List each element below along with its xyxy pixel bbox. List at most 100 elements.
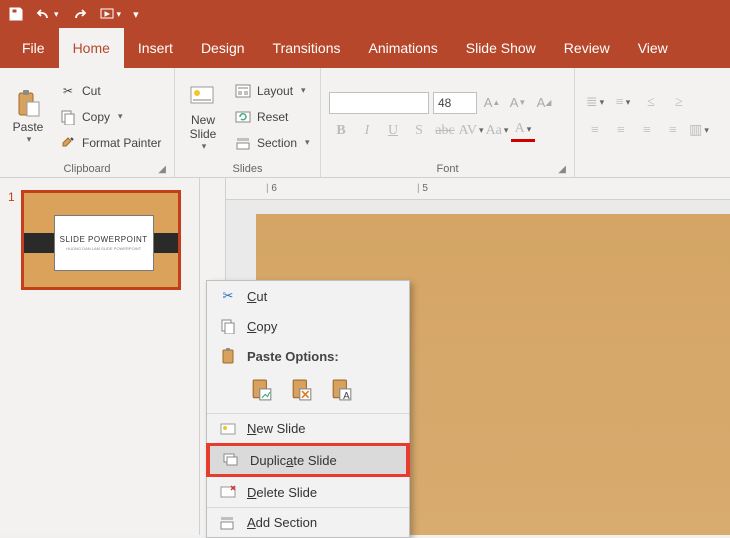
scissors-icon: ✂ <box>60 83 76 99</box>
slide-number: 1 <box>8 190 15 204</box>
group-font: A▲ A▼ A◢ B I U S abc AV▾ Aa▾ A▾ Font ◢ <box>321 68 575 177</box>
horizontal-ruler: 6 5 <box>226 178 730 200</box>
context-cut[interactable]: ✂ Cut <box>207 281 409 311</box>
paste-use-destination-theme[interactable] <box>247 375 277 405</box>
numbering-button[interactable]: ≡▾ <box>611 92 635 114</box>
paste-button[interactable]: Paste ▾ <box>8 72 48 161</box>
font-group-label: Font ◢ <box>329 161 566 175</box>
slide-title-text: SLIDE POWERPOINT <box>60 235 148 244</box>
group-clipboard: Paste ▾ ✂ Cut Copy ▾ <box>0 68 175 177</box>
font-name-combobox[interactable] <box>329 92 429 114</box>
tab-file[interactable]: File <box>8 28 59 68</box>
ribbon-tabs: File Home Insert Design Transitions Anim… <box>0 28 730 68</box>
section-icon <box>235 135 251 151</box>
layout-icon <box>235 83 251 99</box>
copy-button[interactable]: Copy ▾ <box>56 106 165 128</box>
italic-button[interactable]: I <box>355 120 379 142</box>
clipboard-icon <box>219 347 237 365</box>
start-from-beginning-icon[interactable]: ▾ <box>99 6 122 22</box>
increase-indent-button[interactable]: ≥ <box>667 92 691 114</box>
cut-label: Cut <box>82 84 101 98</box>
tab-insert[interactable]: Insert <box>124 28 187 68</box>
reset-label: Reset <box>257 110 288 124</box>
decrease-font-size-button[interactable]: A▼ <box>507 92 529 114</box>
new-slide-icon <box>219 420 237 438</box>
reset-button[interactable]: Reset <box>231 106 314 128</box>
delete-slide-icon <box>219 483 237 501</box>
strikethrough-button[interactable]: abc <box>433 120 457 142</box>
svg-text:A: A <box>343 391 350 401</box>
align-right-button[interactable]: ≡ <box>635 120 659 142</box>
new-slide-icon <box>187 81 219 113</box>
bullets-button[interactable]: ≣▾ <box>583 92 607 114</box>
change-case-button[interactable]: Aa▾ <box>485 120 509 142</box>
undo-icon[interactable]: ▾ <box>36 6 59 22</box>
clipboard-launcher-icon[interactable]: ◢ <box>158 164 166 175</box>
add-section-icon <box>219 514 237 532</box>
group-paragraph: ≣▾ ≡▾ ≤ ≥ ≡ ≡ ≡ ≡ ▥▾ <box>575 68 730 177</box>
context-duplicate-slide[interactable]: Duplicate Slide <box>206 443 410 477</box>
bold-button[interactable]: B <box>329 120 353 142</box>
clear-formatting-button[interactable]: A◢ <box>533 92 555 114</box>
shadow-button[interactable]: S <box>407 120 431 142</box>
context-delete-slide[interactable]: Delete Slide <box>207 477 409 507</box>
underline-button[interactable]: U <box>381 120 405 142</box>
paste-picture[interactable]: A <box>327 375 357 405</box>
font-size-combobox[interactable] <box>433 92 477 114</box>
quick-access-toolbar: ▾ ▾ ▾ <box>0 0 730 28</box>
columns-button[interactable]: ▥▾ <box>687 120 711 142</box>
context-copy[interactable]: Copy <box>207 311 409 341</box>
new-slide-button[interactable]: New Slide ▾ <box>183 72 223 161</box>
align-left-button[interactable]: ≡ <box>583 120 607 142</box>
paste-options-row: A <box>207 371 409 413</box>
align-center-button[interactable]: ≡ <box>609 120 633 142</box>
context-paste-options-header: Paste Options: <box>207 341 409 371</box>
context-menu: ✂ Cut Copy Paste Options: A New Slide <box>206 280 410 538</box>
paste-keep-source-formatting[interactable] <box>287 375 317 405</box>
paste-label: Paste <box>13 120 44 134</box>
slides-group-label: Slides <box>183 161 312 175</box>
format-painter-button[interactable]: Format Painter <box>56 132 165 154</box>
decrease-indent-button[interactable]: ≤ <box>639 92 663 114</box>
tab-review[interactable]: Review <box>550 28 624 68</box>
slide-thumbnail[interactable]: 1 SLIDE POWERPOINT HUONG DAN LAM SLIDE P… <box>8 190 191 290</box>
new-slide-label: New Slide <box>190 113 217 141</box>
save-icon[interactable] <box>8 6 24 22</box>
tab-animations[interactable]: Animations <box>354 28 451 68</box>
copy-icon <box>60 109 76 125</box>
font-launcher-icon[interactable]: ◢ <box>558 164 566 175</box>
copy-icon <box>219 317 237 335</box>
ruler-tick: 5 <box>417 183 428 194</box>
section-label: Section <box>257 136 297 150</box>
slide-subtitle-text: HUONG DAN LAM SLIDE POWERPOINT <box>66 246 141 251</box>
duplicate-slide-icon <box>222 451 240 469</box>
tab-home[interactable]: Home <box>59 28 124 68</box>
layout-label: Layout <box>257 84 293 98</box>
paintbrush-icon <box>60 135 76 151</box>
context-add-section[interactable]: Add Section <box>207 507 409 537</box>
clipboard-group-label: Clipboard ◢ <box>8 161 166 175</box>
slide-preview[interactable]: SLIDE POWERPOINT HUONG DAN LAM SLIDE POW… <box>21 190 181 290</box>
scissors-icon: ✂ <box>219 287 237 305</box>
ribbon: Paste ▾ ✂ Cut Copy ▾ <box>0 68 730 178</box>
copy-label: Copy <box>82 110 110 124</box>
tab-transitions[interactable]: Transitions <box>259 28 355 68</box>
tab-view[interactable]: View <box>624 28 682 68</box>
layout-button[interactable]: Layout ▾ <box>231 80 314 102</box>
tab-slide-show[interactable]: Slide Show <box>452 28 550 68</box>
font-color-button[interactable]: A▾ <box>511 120 535 142</box>
tab-design[interactable]: Design <box>187 28 259 68</box>
clipboard-paste-icon <box>12 88 44 120</box>
justify-button[interactable]: ≡ <box>661 120 685 142</box>
format-painter-label: Format Painter <box>82 136 161 150</box>
slide-thumbnail-pane[interactable]: 1 SLIDE POWERPOINT HUONG DAN LAM SLIDE P… <box>0 178 200 535</box>
reset-icon <box>235 109 251 125</box>
context-new-slide[interactable]: New Slide <box>207 413 409 443</box>
character-spacing-button[interactable]: AV▾ <box>459 120 483 142</box>
increase-font-size-button[interactable]: A▲ <box>481 92 503 114</box>
qat-customize-icon[interactable]: ▾ <box>133 8 139 21</box>
section-button[interactable]: Section ▾ <box>231 132 314 154</box>
ruler-tick: 6 <box>266 183 277 194</box>
cut-button[interactable]: ✂ Cut <box>56 80 165 102</box>
redo-icon[interactable] <box>71 6 87 22</box>
